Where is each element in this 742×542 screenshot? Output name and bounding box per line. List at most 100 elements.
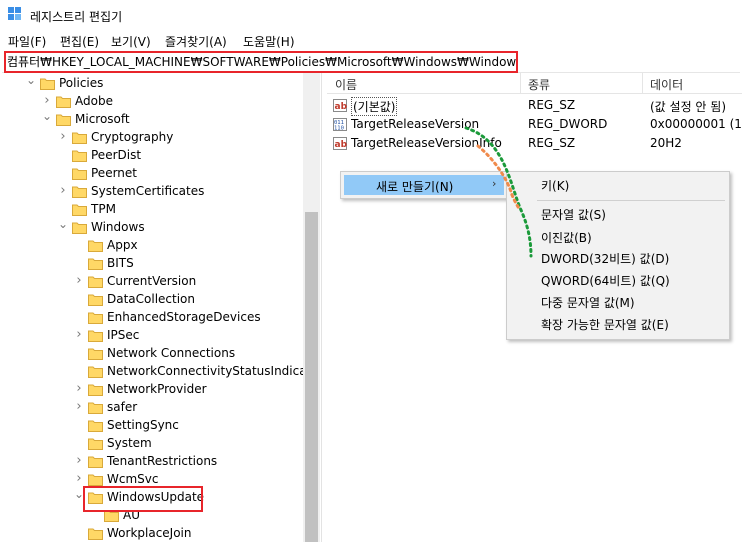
menu-item-multi-string-value[interactable]: 다중 문자열 값(M) bbox=[541, 294, 635, 311]
menu-item-qword-value[interactable]: QWORD(64비트) 값(Q) bbox=[541, 272, 670, 289]
folder-icon bbox=[88, 437, 103, 450]
chevron-right-icon[interactable]: › bbox=[74, 328, 84, 341]
title-bar: 레지스트리 편집기 bbox=[0, 0, 742, 30]
column-header-type[interactable]: 종류 bbox=[528, 76, 550, 93]
menu-bar: 파일(F) 편집(E) 보기(V) 즐겨찾기(A) 도움말(H) bbox=[0, 30, 742, 50]
chevron-placeholder bbox=[74, 293, 84, 305]
tree-scrollbar-thumb[interactable] bbox=[305, 212, 318, 542]
folder-icon bbox=[88, 257, 103, 270]
tree-item-label: CurrentVersion bbox=[107, 274, 197, 288]
tree-item-label: DataCollection bbox=[107, 292, 196, 306]
tree-item-label: Peernet bbox=[91, 166, 137, 180]
tree-item-label: PeerDist bbox=[91, 148, 142, 162]
value-type: REG_SZ bbox=[528, 136, 576, 150]
list-header: 이름 종류 데이터 bbox=[327, 73, 742, 94]
value-row[interactable]: ab (기본값) REG_SZ (값 설정 안 됨) bbox=[327, 97, 742, 116]
string-value-icon: ab bbox=[333, 137, 348, 150]
menu-file[interactable]: 파일(F) bbox=[8, 33, 46, 50]
string-value-icon: ab bbox=[333, 99, 348, 112]
folder-icon bbox=[72, 149, 87, 162]
folder-icon bbox=[88, 293, 103, 306]
folder-icon bbox=[88, 419, 103, 432]
folder-icon bbox=[72, 167, 87, 180]
chevron-placeholder bbox=[74, 527, 84, 539]
menu-edit[interactable]: 편집(E) bbox=[60, 33, 99, 50]
value-type: REG_SZ bbox=[528, 98, 576, 112]
tree-item-label: EnhancedStorageDevices bbox=[107, 310, 261, 324]
chevron-placeholder bbox=[74, 311, 84, 323]
chevron-right-icon: › bbox=[492, 177, 497, 190]
registry-editor-icon bbox=[8, 7, 22, 21]
tree-item-label: IPSec bbox=[107, 328, 140, 342]
folder-icon bbox=[88, 275, 103, 288]
chevron-down-icon[interactable]: ⌄ bbox=[26, 74, 36, 86]
chevron-placeholder bbox=[74, 347, 84, 359]
menu-item-binary-value[interactable]: 이진값(B) bbox=[541, 229, 592, 246]
value-data: (값 설정 안 됨) bbox=[650, 100, 727, 114]
chevron-down-icon[interactable]: ⌄ bbox=[42, 110, 52, 122]
address-bar: 컴퓨터₩HKEY_LOCAL_MACHINE₩SOFTWARE₩Policies… bbox=[2, 50, 740, 73]
menu-item-expandable-string-value[interactable]: 확장 가능한 문자열 값(E) bbox=[541, 316, 669, 333]
folder-icon bbox=[88, 455, 103, 468]
chevron-right-icon[interactable]: › bbox=[58, 130, 68, 143]
value-name: TargetReleaseVersionInfo bbox=[351, 136, 502, 150]
tree-item-label: Appx bbox=[107, 238, 138, 252]
folder-icon bbox=[88, 329, 103, 342]
tree-item-label: BITS bbox=[107, 256, 134, 270]
column-header-data[interactable]: 데이터 bbox=[650, 76, 683, 93]
menu-item-new-label: 새로 만들기(N) bbox=[376, 180, 454, 194]
chevron-right-icon[interactable]: › bbox=[74, 400, 84, 413]
folder-icon bbox=[72, 221, 87, 234]
key-tree: ⌄ Policies › Adobe ⌄ Microsoft › Cryptography Pe… bbox=[0, 73, 320, 542]
menu-item-new[interactable]: 새로 만들기(N) › bbox=[344, 175, 504, 195]
column-header-name[interactable]: 이름 bbox=[335, 76, 357, 93]
menu-help[interactable]: 도움말(H) bbox=[243, 33, 295, 50]
svg-text:110: 110 bbox=[334, 126, 344, 132]
tree-item-label: TenantRestrictions bbox=[107, 454, 218, 468]
tree-item-label: SettingSync bbox=[107, 418, 179, 432]
chevron-down-icon[interactable]: ⌄ bbox=[58, 218, 68, 230]
column-divider[interactable] bbox=[520, 73, 521, 93]
menu-view[interactable]: 보기(V) bbox=[111, 33, 151, 50]
chevron-right-icon[interactable]: › bbox=[74, 274, 84, 287]
chevron-placeholder bbox=[58, 167, 68, 179]
folder-icon bbox=[72, 131, 87, 144]
chevron-right-icon[interactable]: › bbox=[74, 382, 84, 395]
value-row[interactable]: 011 110 TargetReleaseVersion REG_DWORD 0x… bbox=[327, 116, 742, 134]
menu-favorites[interactable]: 즐겨찾기(A) bbox=[165, 33, 227, 50]
menu-item-key[interactable]: 키(K) bbox=[541, 177, 569, 194]
folder-icon bbox=[72, 203, 87, 216]
tree-item-label: System bbox=[107, 436, 152, 450]
chevron-right-icon[interactable]: › bbox=[74, 472, 84, 485]
folder-icon bbox=[40, 77, 55, 90]
menu-item-string-value[interactable]: 문자열 값(S) bbox=[541, 206, 606, 223]
column-divider[interactable] bbox=[642, 73, 643, 93]
tree-item-label: Adobe bbox=[75, 94, 113, 108]
value-name: (기본값) bbox=[351, 97, 398, 116]
chevron-right-icon[interactable]: › bbox=[58, 184, 68, 197]
chevron-placeholder bbox=[58, 203, 68, 215]
tree-item-label: NetworkConnectivityStatusIndicator bbox=[107, 364, 320, 378]
folder-icon bbox=[88, 473, 103, 486]
tree-item-label: NetworkProvider bbox=[107, 382, 207, 396]
tree-item-label: TPM bbox=[91, 202, 116, 216]
tree-item-label: WcmSvc bbox=[107, 472, 159, 486]
value-name: TargetReleaseVersion bbox=[351, 117, 480, 131]
context-menu: 새로 만들기(N) › bbox=[340, 171, 508, 199]
menu-separator bbox=[537, 200, 725, 201]
chevron-placeholder bbox=[74, 257, 84, 269]
value-data: 20H2 bbox=[650, 136, 682, 150]
folder-icon bbox=[88, 401, 103, 414]
tree-item-label: Network Connections bbox=[107, 346, 236, 360]
folder-icon bbox=[88, 311, 103, 324]
menu-item-dword-value[interactable]: DWORD(32비트) 값(D) bbox=[541, 250, 669, 267]
address-input[interactable]: 컴퓨터₩HKEY_LOCAL_MACHINE₩SOFTWARE₩Policies… bbox=[4, 51, 518, 73]
chevron-right-icon[interactable]: › bbox=[74, 454, 84, 467]
chevron-right-icon[interactable]: › bbox=[42, 94, 52, 107]
value-type: REG_DWORD bbox=[528, 117, 608, 131]
tree-item-label: Windows bbox=[91, 220, 145, 234]
value-data: 0x00000001 (1) bbox=[650, 117, 742, 131]
folder-icon bbox=[88, 383, 103, 396]
value-row[interactable]: ab TargetReleaseVersionInfo REG_SZ 20H2 bbox=[327, 135, 742, 153]
tree-item-label: safer bbox=[107, 400, 138, 414]
